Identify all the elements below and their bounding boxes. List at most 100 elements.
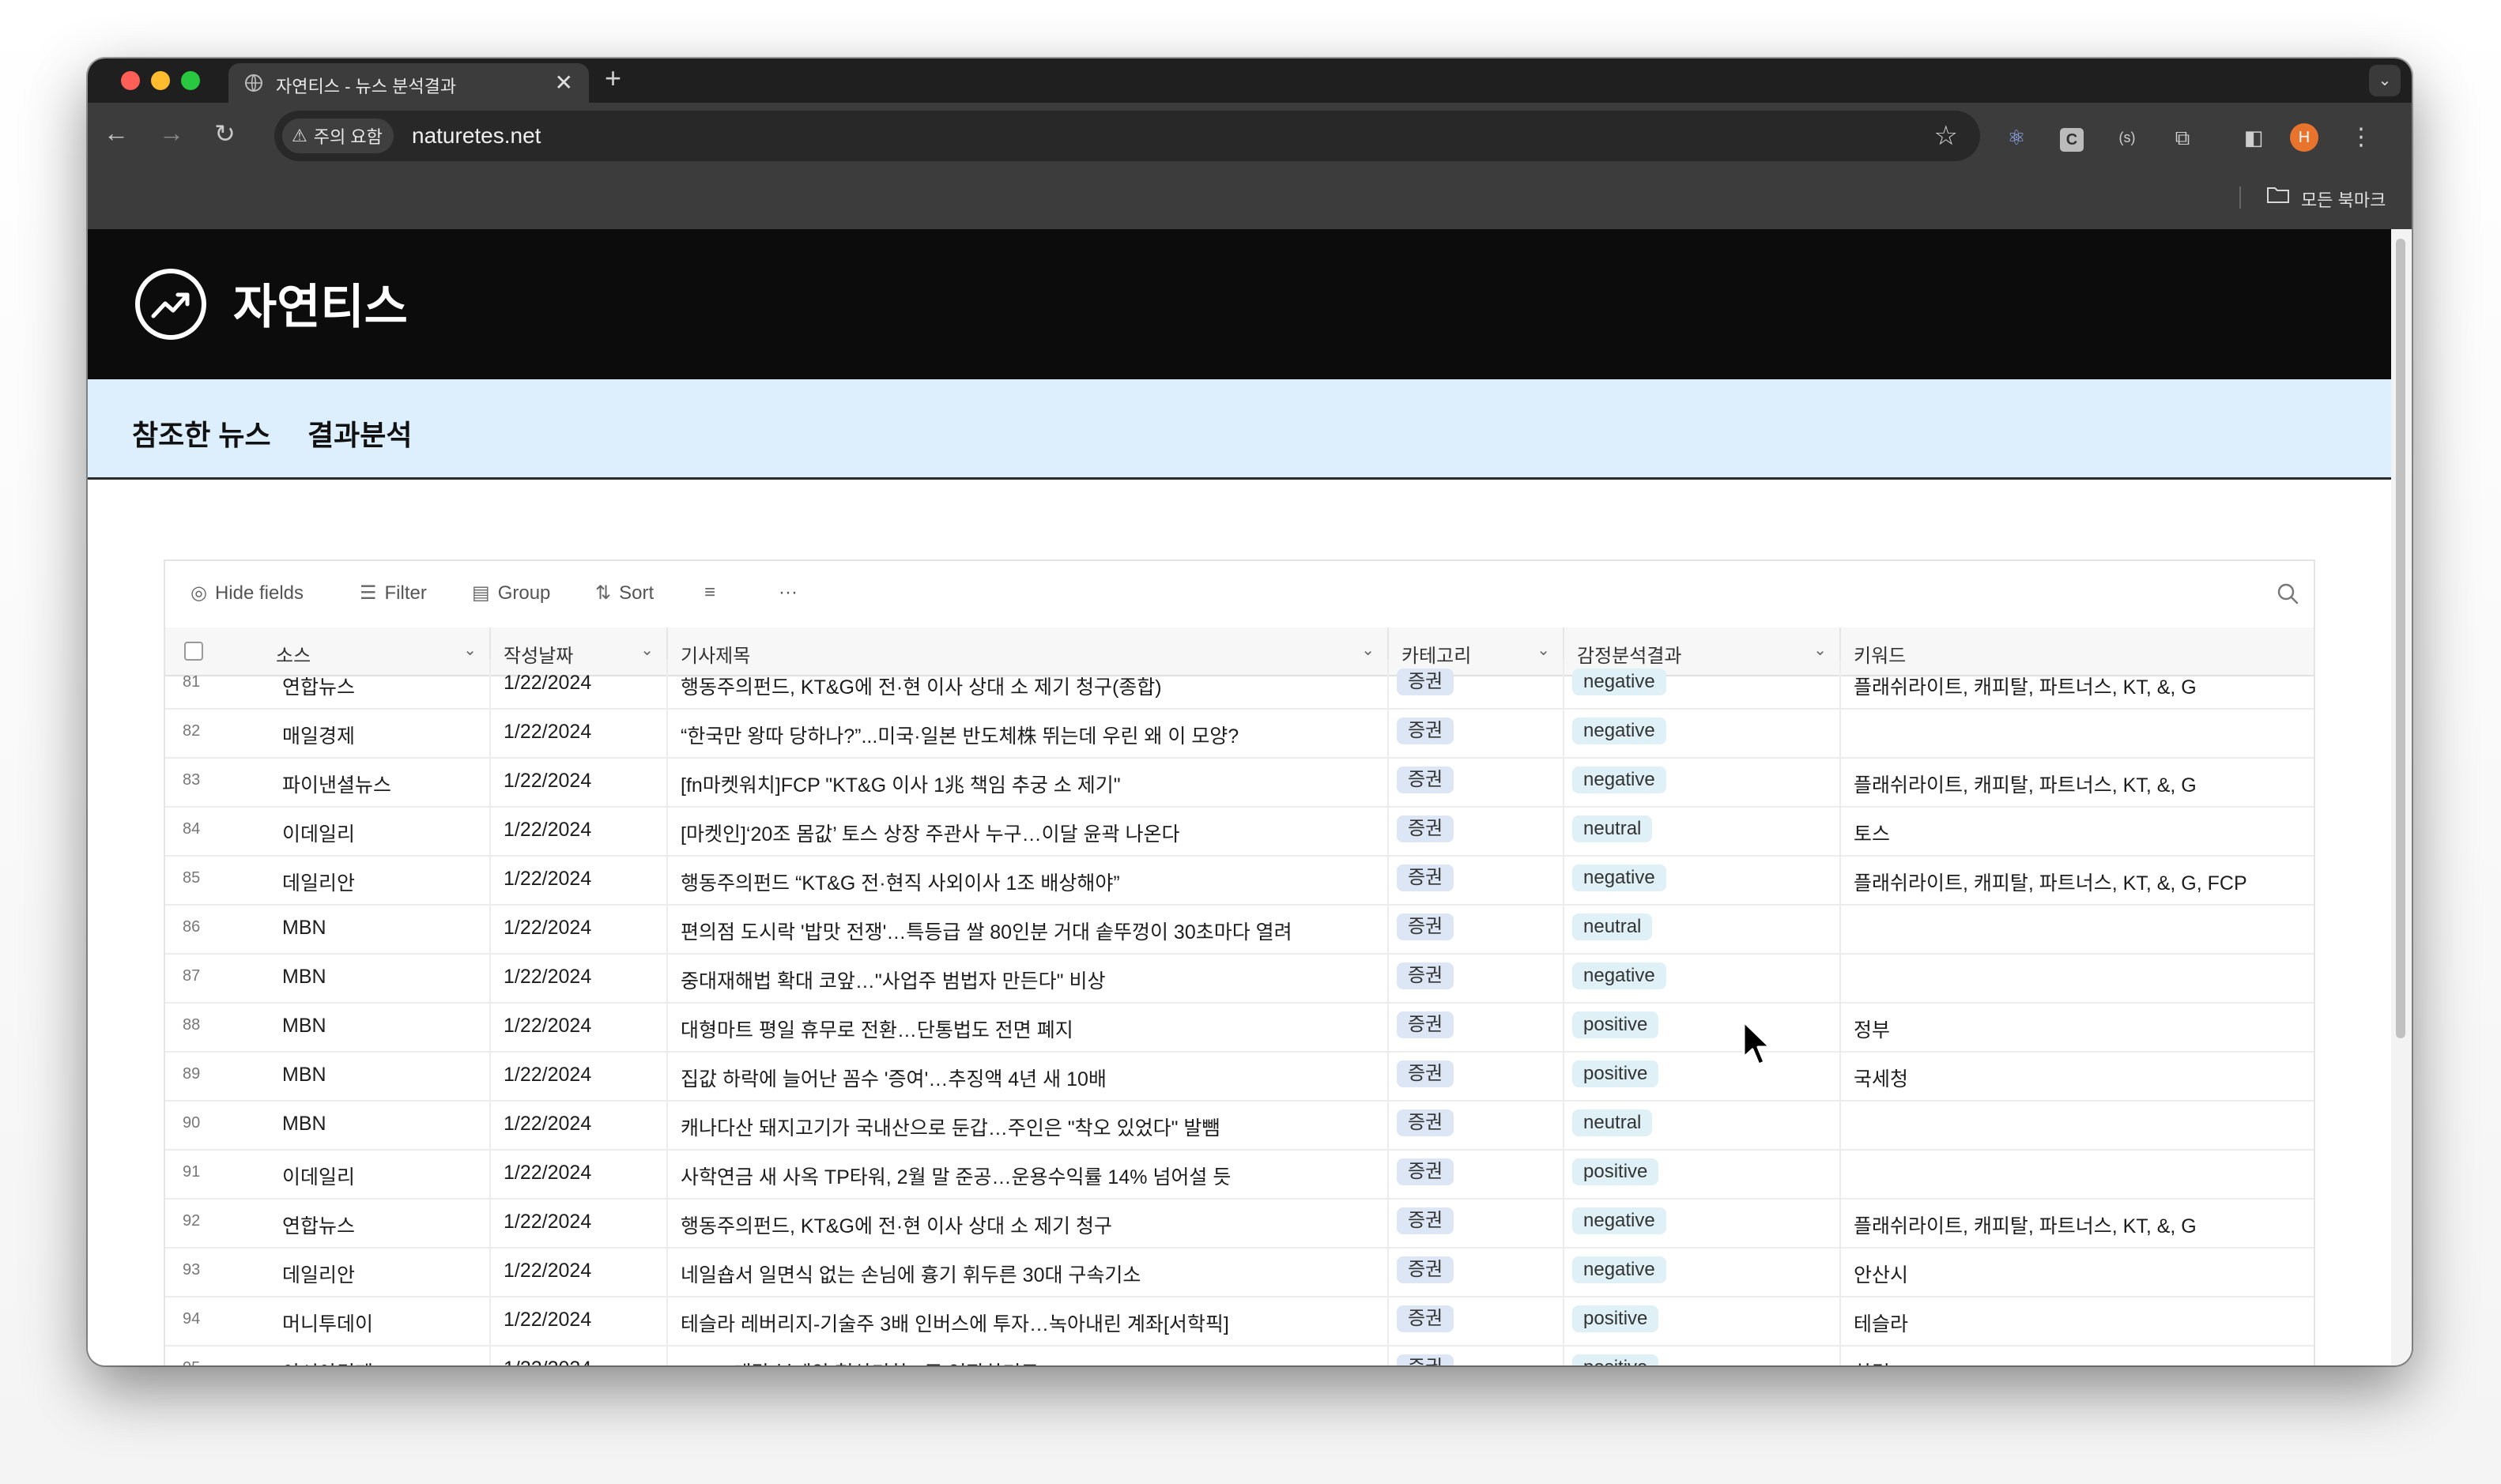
cell-category[interactable]: 증권	[1387, 1198, 1564, 1247]
profile-avatar[interactable]: H	[2290, 123, 2318, 152]
cell-num[interactable]: 95	[165, 1345, 268, 1365]
cell-title[interactable]: 테슬라 레버리지-기술주 3배 인버스에 투자…녹아내린 계좌[서학픽]	[666, 1296, 1389, 1345]
cell-keywords[interactable]	[1839, 1100, 2314, 1149]
chevron-down-icon[interactable]: ⌄	[1537, 640, 1550, 660]
cell-date[interactable]: 1/22/2024	[489, 904, 668, 953]
table-row[interactable]: 93 데일리안 1/22/2024 네일숍서 일면식 없는 손님에 흉기 휘두른 30…	[165, 1247, 2314, 1298]
cell-title[interactable]: 행동주의펀드, KT&G에 전·현 이사 상대 소 제기 청구	[666, 1198, 1389, 1247]
active-tab[interactable]: 자연티스 - 뉴스 분석결과 ✕	[228, 63, 589, 103]
cell-date[interactable]: 1/22/2024	[489, 757, 668, 806]
cell-keywords[interactable]: 하림, JKL	[1839, 1345, 2314, 1365]
cell-date[interactable]: 1/22/2024	[489, 708, 668, 757]
more-options-button[interactable]: ···	[779, 582, 798, 604]
cell-source[interactable]: 머니투데이	[268, 1296, 491, 1345]
cell-num[interactable]: 94	[165, 1296, 268, 1345]
zoom-window-button[interactable]	[181, 71, 200, 90]
all-bookmarks-link[interactable]: 모든 북마크	[2301, 186, 2386, 212]
side-panel-icon[interactable]: ◧	[2238, 122, 2269, 153]
bookmark-star-icon[interactable]: ☆	[1934, 120, 1958, 152]
extension-c-icon[interactable]: C	[2056, 122, 2088, 153]
cell-num[interactable]: 88	[165, 1002, 268, 1051]
table-row[interactable]: 94 머니투데이 1/22/2024 테슬라 레버리지-기술주 3배 인버스에 투자……	[165, 1296, 2314, 1347]
cell-category[interactable]: 증권	[1387, 757, 1564, 806]
cell-num[interactable]: 87	[165, 953, 268, 1002]
table-row[interactable]: 87 MBN 1/22/2024 중대재해법 확대 코앞…"사업주 범법자 만든다" …	[165, 953, 2314, 1004]
table-row[interactable]: 92 연합뉴스 1/22/2024 행동주의펀드, KT&G에 전·현 이사 상대 소…	[165, 1198, 2314, 1249]
security-warning-chip[interactable]: ⚠ 주의 요함	[282, 119, 394, 153]
cell-keywords[interactable]: 플래쉬라이트, 캐피탈, 파트너스, KT, &, G	[1839, 757, 2314, 806]
cell-keywords[interactable]: 국세청	[1839, 1051, 2314, 1100]
cell-date[interactable]: 1/22/2024	[489, 1345, 668, 1365]
cell-title[interactable]: 행동주의펀드 “KT&G 전·현직 사외이사 1조 배상해야”	[666, 855, 1389, 904]
cell-date[interactable]: 1/22/2024	[489, 1002, 668, 1051]
extension-s-icon[interactable]: (s)	[2111, 122, 2143, 153]
table-row[interactable]: 88 MBN 1/22/2024 대형마트 평일 휴무로 전환…단통법도 전면 폐지 증…	[165, 1002, 2314, 1053]
sort-button[interactable]: ⇅ Sort	[595, 582, 654, 605]
cell-num[interactable]: 85	[165, 855, 268, 904]
cell-source[interactable]: 아시아경제	[268, 1345, 491, 1365]
cell-title[interactable]: [fn마켓워치]FCP "KT&G 이사 1兆 책임 추궁 소 제기"	[666, 757, 1389, 806]
cell-keywords[interactable]: 플래쉬라이트, 캐피탈, 파트너스, KT, &, G	[1839, 659, 2314, 708]
cell-source[interactable]: MBN	[268, 1051, 491, 1100]
cell-title[interactable]: 사학연금 새 사옥 TP타워, 2월 말 준공…운용수익률 14% 넘어설 듯	[666, 1149, 1389, 1198]
cell-source[interactable]: MBN	[268, 1100, 491, 1149]
extensions-puzzle-icon[interactable]: ⧉	[2167, 122, 2198, 153]
hide-fields-button[interactable]: ◎ Hide fields	[190, 582, 304, 605]
cell-sentiment[interactable]: neutral	[1563, 1100, 1841, 1149]
chevron-down-icon[interactable]: ⌄	[1361, 640, 1375, 660]
browser-menu-icon[interactable]: ⋮	[2345, 122, 2377, 153]
cell-title[interactable]: 편의점 도시락 '밥맛 전쟁'…특등급 쌀 80인분 거대 솥뚜껑이 30초마다…	[666, 904, 1389, 953]
cell-sentiment[interactable]: negative	[1563, 855, 1841, 904]
cell-title[interactable]: HMM 매각 본계약 협상기한 2주 연장하기로	[666, 1345, 1389, 1365]
tab-close-icon[interactable]: ✕	[555, 70, 573, 96]
chevron-down-icon[interactable]: ⌄	[463, 640, 477, 660]
cell-category[interactable]: 증권	[1387, 1100, 1564, 1149]
cell-source[interactable]: 연합뉴스	[268, 659, 491, 708]
cell-date[interactable]: 1/22/2024	[489, 1051, 668, 1100]
cell-keywords[interactable]: 플래쉬라이트, 캐피탈, 파트너스, KT, &, G	[1839, 1198, 2314, 1247]
chevron-down-icon[interactable]: ⌄	[640, 640, 654, 660]
cell-num[interactable]: 92	[165, 1198, 268, 1247]
cell-keywords[interactable]: 토스	[1839, 806, 2314, 855]
cell-sentiment[interactable]: negative	[1563, 1247, 1841, 1296]
cell-title[interactable]: 중대재해법 확대 코앞…"사업주 범법자 만든다" 비상	[666, 953, 1389, 1002]
cell-num[interactable]: 86	[165, 904, 268, 953]
cell-source[interactable]: 매일경제	[268, 708, 491, 757]
cell-num[interactable]: 93	[165, 1247, 268, 1296]
group-button[interactable]: ▤ Group	[472, 582, 550, 605]
cell-source[interactable]: 연합뉴스	[268, 1198, 491, 1247]
close-window-button[interactable]	[121, 71, 140, 90]
react-devtools-icon[interactable]: ⚛	[2001, 122, 2032, 153]
reload-icon[interactable]: ↻	[214, 119, 236, 149]
cell-category[interactable]: 증권	[1387, 708, 1564, 757]
table-row[interactable]: 89 MBN 1/22/2024 집값 하락에 늘어난 꼼수 '증여'…추징액 4년 …	[165, 1051, 2314, 1102]
cell-source[interactable]: 파이낸셜뉴스	[268, 757, 491, 806]
back-arrow-icon[interactable]: ←	[104, 119, 129, 148]
cell-date[interactable]: 1/22/2024	[489, 806, 668, 855]
trending-up-logo-icon[interactable]	[132, 266, 209, 343]
cell-sentiment[interactable]: positive	[1563, 1296, 1841, 1345]
cell-sentiment[interactable]: negative	[1563, 953, 1841, 1002]
page-scrollbar-thumb[interactable]	[2396, 239, 2405, 1038]
new-tab-button[interactable]: +	[605, 62, 621, 95]
cell-date[interactable]: 1/22/2024	[489, 953, 668, 1002]
cell-source[interactable]: MBN	[268, 1002, 491, 1051]
table-row[interactable]: 86 MBN 1/22/2024 편의점 도시락 '밥맛 전쟁'…특등급 쌀 80인분…	[165, 904, 2314, 955]
cell-num[interactable]: 90	[165, 1100, 268, 1149]
cell-title[interactable]: [마켓인]‘20조 몸값’ 토스 상장 주관사 누구…이달 윤곽 나온다	[666, 806, 1389, 855]
cell-source[interactable]: 이데일리	[268, 1149, 491, 1198]
cell-keywords[interactable]: 안산시	[1839, 1247, 2314, 1296]
table-row[interactable]: 81 연합뉴스 1/22/2024 행동주의펀드, KT&G에 전·현 이사 상대 소…	[165, 659, 2314, 710]
tab-search-button[interactable]: ⌄	[2369, 65, 2401, 96]
cell-category[interactable]: 증권	[1387, 1051, 1564, 1100]
table-row[interactable]: 83 파이낸셜뉴스 1/22/2024 [fn마켓워치]FCP "KT&G 이사 1兆…	[165, 757, 2314, 808]
cell-sentiment[interactable]: positive	[1563, 1002, 1841, 1051]
filter-button[interactable]: ☰ Filter	[360, 582, 427, 605]
cell-source[interactable]: 데일리안	[268, 1247, 491, 1296]
cell-category[interactable]: 증권	[1387, 1345, 1564, 1365]
cell-keywords[interactable]	[1839, 904, 2314, 953]
cell-keywords[interactable]	[1839, 1149, 2314, 1198]
table-row[interactable]: 85 데일리안 1/22/2024 행동주의펀드 “KT&G 전·현직 사외이사 1조…	[165, 855, 2314, 906]
cell-date[interactable]: 1/22/2024	[489, 659, 668, 708]
cell-category[interactable]: 증권	[1387, 855, 1564, 904]
